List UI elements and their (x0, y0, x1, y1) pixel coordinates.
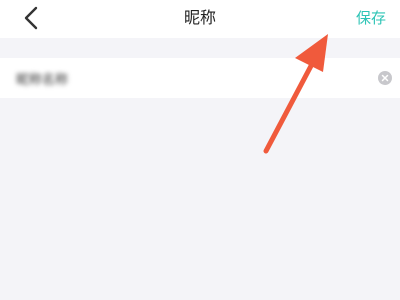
save-button[interactable]: 保存 (356, 8, 386, 28)
page-title: 昵称 (183, 8, 216, 27)
nickname-input[interactable] (14, 67, 358, 89)
nickname-row (0, 58, 400, 98)
clear-circle-icon[interactable] (378, 71, 392, 85)
top-bar: 昵称 保存 (0, 0, 400, 38)
section-gap (0, 38, 400, 58)
